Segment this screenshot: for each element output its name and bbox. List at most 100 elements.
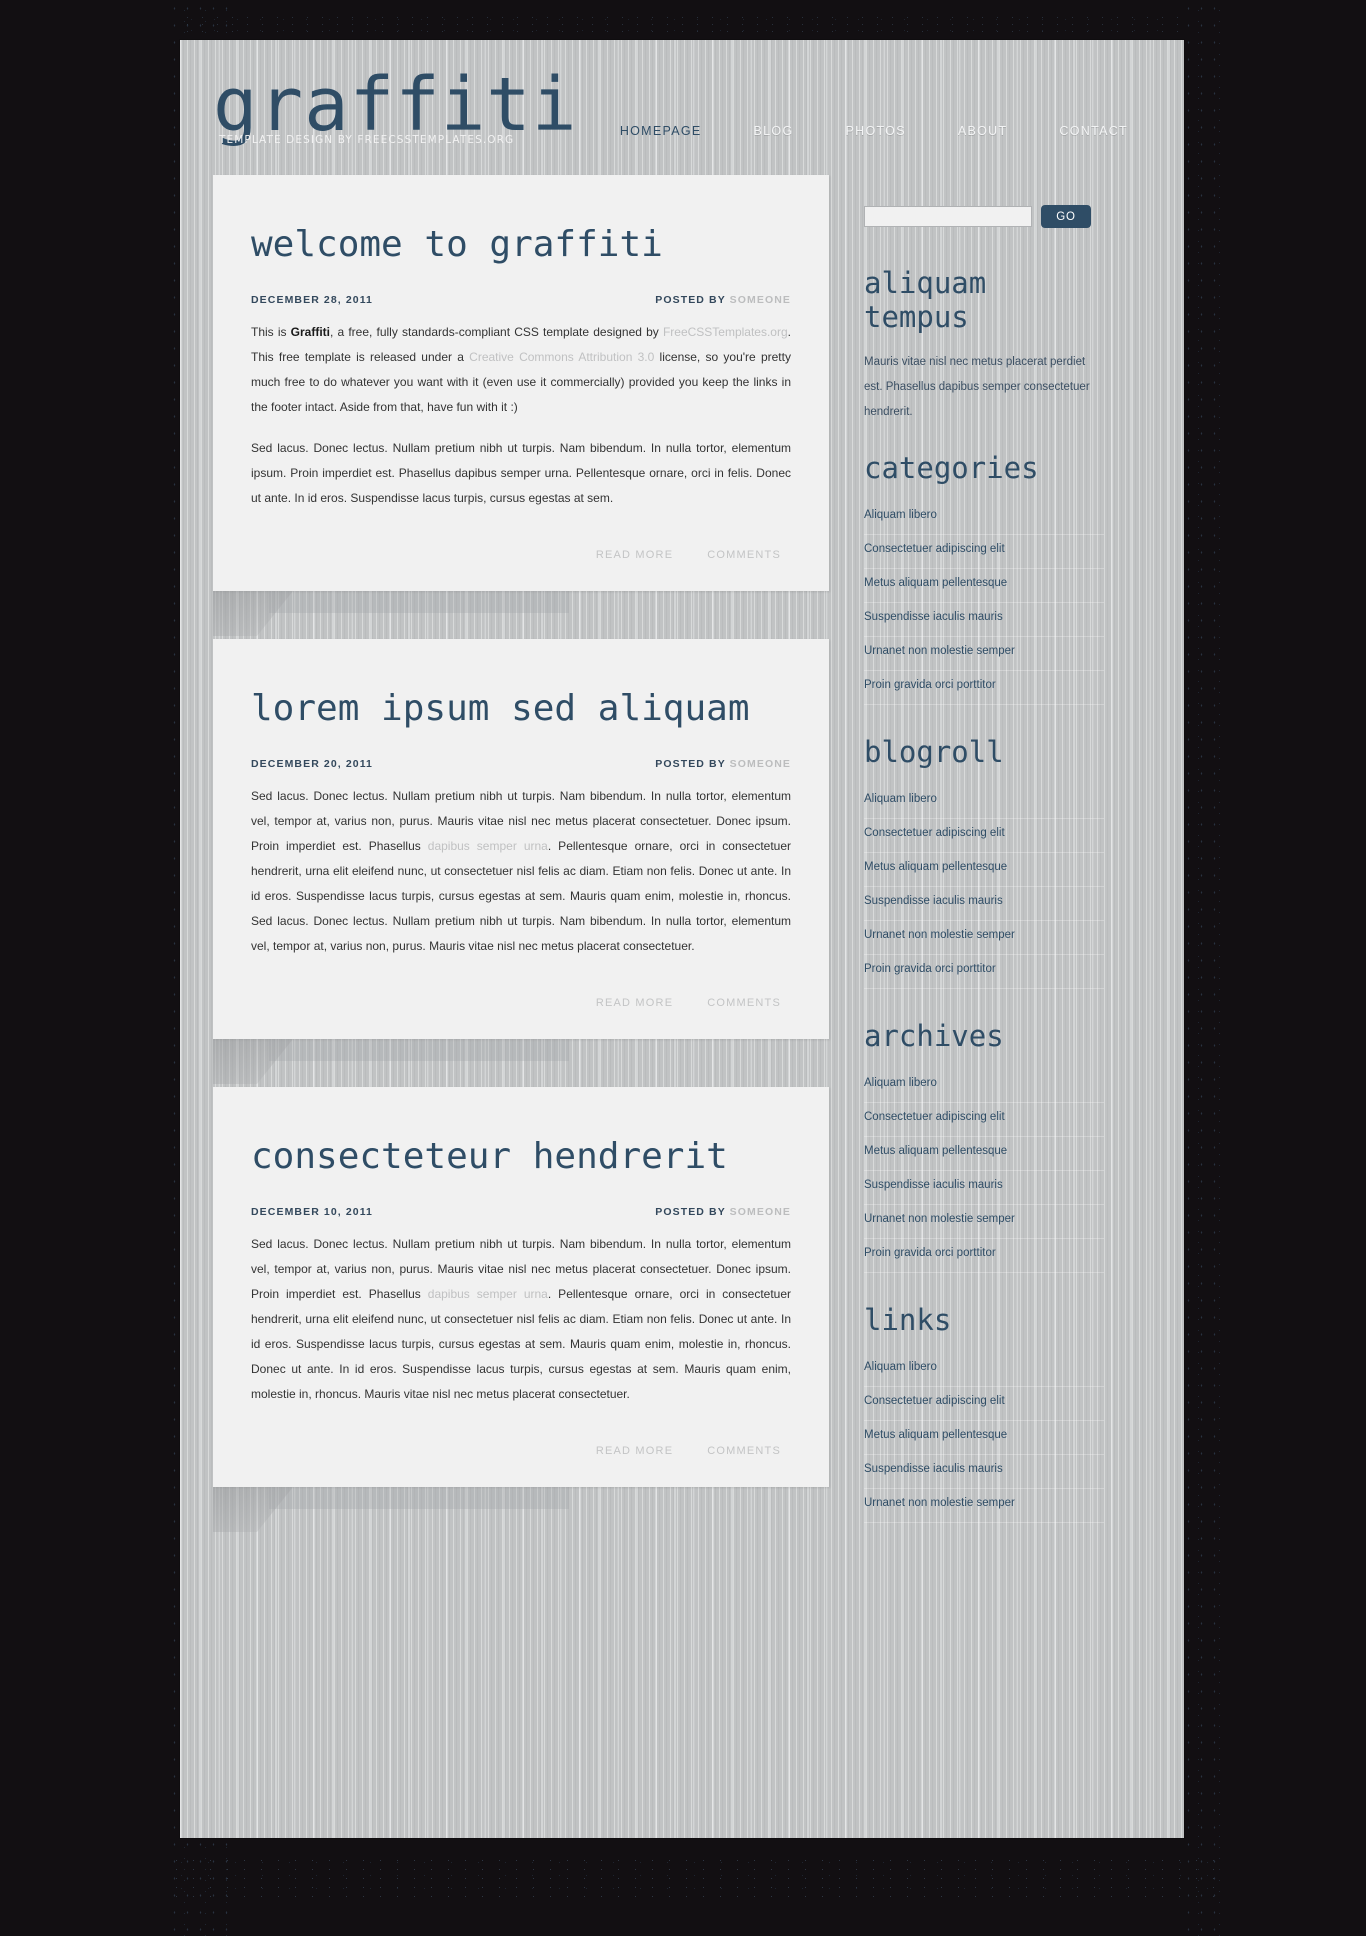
list-item: Metus aliquam pellentesque	[864, 1137, 1104, 1171]
sidebar-list: Aliquam libero Consectetuer adipiscing el…	[864, 1353, 1104, 1523]
sidebar-link[interactable]: Urnanet non molestie semper	[864, 929, 1015, 941]
main-content: welcome to graffiti DECEMBER 28, 2011 POST…	[213, 175, 829, 1535]
search-go-button[interactable]: GO	[1041, 205, 1091, 228]
background-noise-right	[1182, 0, 1226, 1936]
post-paragraph: This is Graffiti, a free, fully standard…	[251, 320, 791, 420]
paper-fold-shadow	[269, 591, 569, 613]
body-text: Sed lacus. Donec lectus. Nullam pretium …	[251, 441, 791, 505]
nav-item-about[interactable]: ABOUT	[932, 120, 1034, 142]
list-item: Aliquam libero	[864, 501, 1104, 535]
sidebar-heading: blogroll	[864, 735, 1004, 769]
sidebar-link[interactable]: Metus aliquam pellentesque	[864, 1429, 1007, 1441]
sidebar-link[interactable]: Aliquam libero	[864, 509, 937, 521]
list-item: Consectetuer adipiscing elit	[864, 1387, 1104, 1421]
sidebar-link[interactable]: Urnanet non molestie semper	[864, 1497, 1015, 1509]
post-author[interactable]: SOMEONE	[730, 294, 791, 306]
sidebar-link[interactable]: Suspendisse iaculis mauris	[864, 1463, 1003, 1475]
sidebar-box-categories: categories Aliquam libero Consectetuer adi…	[864, 451, 1104, 705]
list-item: Aliquam libero	[864, 785, 1104, 819]
paper-fold-shadow	[269, 1487, 569, 1509]
post-title: consecteteur hendrerit	[251, 1136, 728, 1177]
sidebar-list: Aliquam libero Consectetuer adipiscing el…	[864, 501, 1104, 705]
read-more-link[interactable]: READ MORE	[596, 549, 673, 561]
read-more-link[interactable]: READ MORE	[596, 997, 673, 1009]
post-author[interactable]: SOMEONE	[730, 1206, 791, 1218]
post-paragraph: Sed lacus. Donec lectus. Nullam pretium …	[251, 436, 791, 511]
list-item: Urnanet non molestie semper	[864, 1205, 1104, 1239]
comments-link[interactable]: COMMENTS	[707, 1445, 781, 1457]
sidebar-link[interactable]: Metus aliquam pellentesque	[864, 1145, 1007, 1157]
sidebar-box-aliquam-tempus: aliquam tempus Mauris vitae nisl nec metu…	[864, 266, 1104, 425]
list-item: Consectetuer adipiscing elit	[864, 535, 1104, 569]
sidebar-link[interactable]: Metus aliquam pellentesque	[864, 577, 1007, 589]
sidebar-heading: archives	[864, 1019, 1004, 1053]
sidebar-link[interactable]: Suspendisse iaculis mauris	[864, 1179, 1003, 1191]
list-item: Proin gravida orci porttitor	[864, 955, 1104, 989]
page-wrapper: graffiti TEMPLATE DESIGN BY FREECSSTEMPL…	[180, 40, 1184, 1838]
nav-item-blog[interactable]: BLOG	[728, 120, 820, 142]
inline-link[interactable]: Creative Commons Attribution 3.0	[469, 350, 654, 364]
sidebar-box-links: links Aliquam libero Consectetuer adipisci…	[864, 1303, 1104, 1523]
posted-by-label: POSTED BY	[655, 758, 730, 770]
nav-item-contact[interactable]: CONTACT	[1033, 120, 1154, 142]
logo-text: graffiti	[213, 62, 578, 148]
sidebar-link[interactable]: Aliquam libero	[864, 1077, 937, 1089]
comments-link[interactable]: COMMENTS	[707, 997, 781, 1009]
list-item: Proin gravida orci porttitor	[864, 1239, 1104, 1273]
sidebar-heading: links	[864, 1303, 952, 1337]
post-links: READ MORE COMMENTS	[251, 1423, 791, 1477]
list-item: Metus aliquam pellentesque	[864, 1421, 1104, 1455]
search-input[interactable]	[864, 206, 1032, 227]
background-noise-top	[180, 14, 1180, 38]
post-author-block: POSTED BY SOMEONE	[655, 758, 791, 770]
sidebar-link[interactable]: Suspendisse iaculis mauris	[864, 895, 1003, 907]
sidebar-link[interactable]: Consectetuer adipiscing elit	[864, 827, 1005, 839]
site-logo[interactable]: graffiti TEMPLATE DESIGN BY FREECSSTEMPL…	[213, 68, 577, 146]
sidebar-heading: aliquam tempus	[864, 266, 987, 334]
paper-fold-shadow	[269, 1039, 569, 1061]
post: welcome to graffiti DECEMBER 28, 2011 POST…	[213, 175, 829, 636]
sidebar-link[interactable]: Proin gravida orci porttitor	[864, 963, 996, 975]
sidebar-link[interactable]: Aliquam libero	[864, 793, 937, 805]
sidebar-link[interactable]: Aliquam libero	[864, 1361, 937, 1373]
body-text: This is	[251, 325, 291, 339]
comments-link[interactable]: COMMENTS	[707, 549, 781, 561]
list-item: Urnanet non molestie semper	[864, 637, 1104, 671]
sidebar-link[interactable]: Urnanet non molestie semper	[864, 1213, 1015, 1225]
list-item: Metus aliquam pellentesque	[864, 569, 1104, 603]
nav-item-photos[interactable]: PHOTOS	[819, 120, 931, 142]
sidebar-link[interactable]: Suspendisse iaculis mauris	[864, 611, 1003, 623]
sidebar-link[interactable]: Consectetuer adipiscing elit	[864, 1111, 1005, 1123]
post-author[interactable]: SOMEONE	[730, 758, 791, 770]
post: consecteteur hendrerit DECEMBER 10, 2011 P…	[213, 1087, 829, 1532]
inline-link[interactable]: dapibus semper urna	[428, 839, 548, 853]
sidebar-link[interactable]: Urnanet non molestie semper	[864, 645, 1015, 657]
list-item: Suspendisse iaculis mauris	[864, 1455, 1104, 1489]
sidebar-list: Aliquam libero Consectetuer adipiscing el…	[864, 785, 1104, 989]
background-noise-bottom	[168, 1856, 1228, 1898]
sidebar-link[interactable]: Proin gravida orci porttitor	[864, 679, 996, 691]
sidebar-link[interactable]: Metus aliquam pellentesque	[864, 861, 1007, 873]
sidebar-box-archives: archives Aliquam libero Consectetuer adipi…	[864, 1019, 1104, 1273]
inline-link[interactable]: FreeCSSTemplates.org	[663, 325, 788, 339]
post-links: READ MORE COMMENTS	[251, 975, 791, 1029]
post-date: DECEMBER 20, 2011	[251, 758, 373, 770]
list-item: Suspendisse iaculis mauris	[864, 603, 1104, 637]
body-text: . Pellentesque ornare, orci in consectet…	[251, 839, 791, 953]
sidebar-link[interactable]: Consectetuer adipiscing elit	[864, 1395, 1005, 1407]
main-navigation[interactable]: HOMEPAGE BLOG PHOTOS ABOUT CONTACT	[594, 120, 1154, 142]
sidebar-link[interactable]: Proin gravida orci porttitor	[864, 1247, 996, 1259]
inline-link[interactable]: dapibus semper urna	[428, 1287, 548, 1301]
post-author-block: POSTED BY SOMEONE	[655, 1206, 791, 1218]
sidebar-list: Aliquam libero Consectetuer adipiscing el…	[864, 1069, 1104, 1273]
post-title: welcome to graffiti	[251, 224, 663, 265]
sidebar-box-blogroll: blogroll Aliquam libero Consectetuer adipi…	[864, 735, 1104, 989]
post-paragraph: Sed lacus. Donec lectus. Nullam pretium …	[251, 784, 791, 959]
list-item: Consectetuer adipiscing elit	[864, 819, 1104, 853]
sidebar-link[interactable]: Consectetuer adipiscing elit	[864, 543, 1005, 555]
read-more-link[interactable]: READ MORE	[596, 1445, 673, 1457]
sidebar-heading: categories	[864, 451, 1039, 485]
post-meta: DECEMBER 28, 2011 POSTED BY SOMEONE	[251, 294, 791, 306]
list-item: Suspendisse iaculis mauris	[864, 887, 1104, 921]
nav-item-homepage[interactable]: HOMEPAGE	[594, 120, 728, 142]
